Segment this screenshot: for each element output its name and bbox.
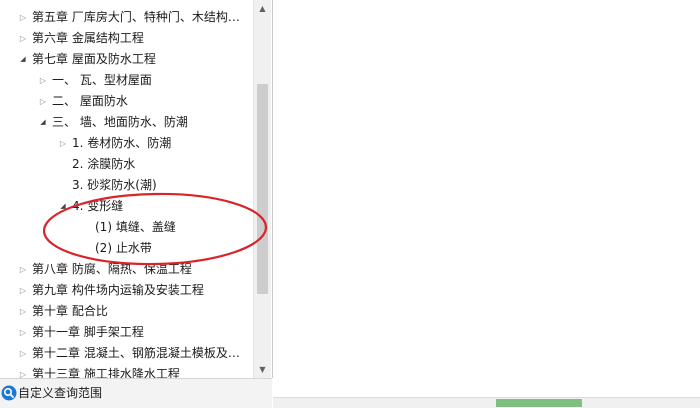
tree-item[interactable]: ▷ 第十一章 脚手架工程 (0, 322, 253, 343)
collapsed-triangle-icon[interactable]: ▷ (18, 28, 28, 49)
scroll-down-arrow-icon[interactable]: ▼ (254, 361, 271, 377)
expanded-triangle-icon[interactable]: ◢ (58, 196, 68, 217)
tree-item[interactable]: ▷ 二、 屋面防水 (0, 91, 253, 112)
tree-item-label: 第六章 金属结构工程 (32, 31, 144, 45)
expanded-triangle-icon[interactable]: ◢ (38, 112, 48, 133)
content-panel (274, 0, 700, 397)
tree-item-label: 第八章 防腐、隔热、保温工程 (32, 262, 192, 276)
tree-item[interactable]: ▷ 第十三章 施工排水降水工程 (0, 364, 253, 378)
tree-item[interactable]: ◢ 4. 变形缝 (0, 196, 253, 217)
tree-item[interactable]: ◢ 第七章 屋面及防水工程 (0, 49, 253, 70)
tree-item-label: (2) 止水带 (95, 241, 152, 255)
scroll-up-arrow-icon[interactable]: ▲ (254, 0, 271, 16)
tree-item[interactable]: ▷ 第九章 构件场内运输及安装工程 (0, 280, 253, 301)
tree-panel: ▷ 第五章 厂库房大门、特种门、木结构… ▷ 第六章 金属结构工程 ◢ 第七章 屋面及防水… (0, 0, 273, 378)
collapsed-triangle-icon[interactable]: ▷ (18, 364, 28, 378)
tree-item[interactable]: ▷ 1. 卷材防水、防潮 (0, 133, 253, 154)
status-bar: 自定义查询范围 (0, 378, 272, 408)
collapsed-triangle-icon[interactable]: ▷ (18, 322, 28, 343)
green-tab[interactable] (496, 399, 582, 407)
custom-query-range-link[interactable]: 自定义查询范围 (18, 384, 102, 401)
collapsed-triangle-icon[interactable]: ▷ (38, 91, 48, 112)
chapter-tree: ▷ 第五章 厂库房大门、特种门、木结构… ▷ 第六章 金属结构工程 ◢ 第七章 屋面及防水… (0, 0, 253, 378)
tree-item-label: 第五章 厂库房大门、特种门、木结构… (32, 10, 240, 24)
search-icon[interactable] (1, 385, 17, 401)
collapsed-triangle-icon[interactable]: ▷ (18, 280, 28, 301)
tree-item-label: 4. 变形缝 (72, 199, 124, 213)
tree-item[interactable]: ▷ 第十二章 混凝土、钢筋混凝土模板及… (0, 343, 253, 364)
tree-item[interactable]: (1) 填缝、盖缝 (0, 217, 253, 238)
tree-item-label: 一、 瓦、型材屋面 (52, 73, 152, 87)
expanded-triangle-icon[interactable]: ◢ (18, 49, 28, 70)
collapsed-triangle-icon[interactable]: ▷ (18, 7, 28, 28)
collapsed-triangle-icon[interactable]: ▷ (38, 70, 48, 91)
collapsed-triangle-icon[interactable]: ▷ (58, 133, 68, 154)
tree-item-label: 2. 涂膜防水 (72, 157, 136, 171)
tree-item-label: 第九章 构件场内运输及安装工程 (32, 283, 204, 297)
tree-item[interactable]: ▷ 一、 瓦、型材屋面 (0, 70, 253, 91)
tree-item-label: 第十章 配合比 (32, 304, 108, 318)
scrollbar-thumb[interactable] (257, 84, 268, 294)
vertical-scrollbar[interactable]: ▲ ▼ (253, 0, 271, 378)
tree-item[interactable]: ▷ 第五章 厂库房大门、特种门、木结构… (0, 7, 253, 28)
tree-item[interactable]: ▷ 第八章 防腐、隔热、保温工程 (0, 259, 253, 280)
tree-item[interactable]: ▷ 第六章 金属结构工程 (0, 28, 253, 49)
tree-item[interactable]: (2) 止水带 (0, 238, 253, 259)
collapsed-triangle-icon[interactable]: ▷ (18, 343, 28, 364)
tree-item-label: 1. 卷材防水、防潮 (72, 136, 172, 150)
collapsed-triangle-icon[interactable]: ▷ (18, 301, 28, 322)
tree-item-label: 第七章 屋面及防水工程 (32, 52, 156, 66)
tree-item-label: 三、 墙、地面防水、防潮 (52, 115, 188, 129)
tree-item[interactable]: 3. 砂浆防水(潮) (0, 175, 253, 196)
tree-item[interactable]: ▷ 第十章 配合比 (0, 301, 253, 322)
tree-item-label: (1) 填缝、盖缝 (95, 220, 176, 234)
tree-item-label: 二、 屋面防水 (52, 94, 128, 108)
collapsed-triangle-icon[interactable]: ▷ (18, 259, 28, 280)
tree-item-label: 第十一章 脚手架工程 (32, 325, 144, 339)
bottom-bar (273, 397, 700, 408)
tree-item[interactable]: 2. 涂膜防水 (0, 154, 253, 175)
tree-item-label: 第十二章 混凝土、钢筋混凝土模板及… (32, 346, 240, 360)
tree-item[interactable]: ◢ 三、 墙、地面防水、防潮 (0, 112, 253, 133)
tree-item-label: 3. 砂浆防水(潮) (72, 178, 157, 192)
tree-item-label: 第十三章 施工排水降水工程 (32, 367, 180, 378)
